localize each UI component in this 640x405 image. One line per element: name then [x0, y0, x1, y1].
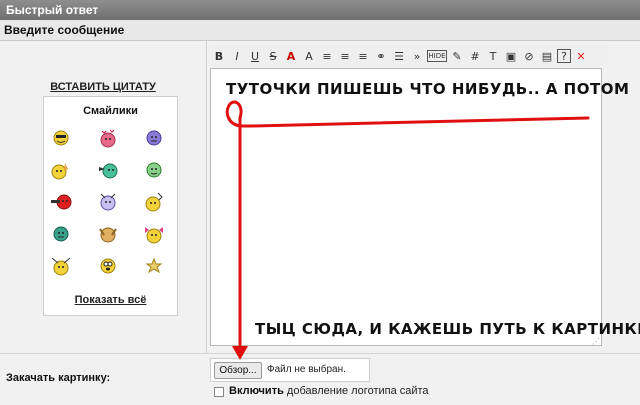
insert-quote-link[interactable]: ВСТАВИТЬ ЦИТАТУ: [0, 81, 206, 93]
flash-button[interactable]: ⊘: [521, 48, 537, 64]
help-button[interactable]: ?: [557, 49, 571, 63]
logo-label-bold: Включить: [229, 385, 284, 397]
font-size-button[interactable]: A: [301, 48, 317, 64]
smile-thumbs-icon[interactable]: [50, 159, 72, 181]
align-left-button[interactable]: ≡: [319, 48, 335, 64]
smile-green-bird-icon[interactable]: [97, 159, 119, 181]
file-status-text: Файл не выбран.: [267, 364, 346, 375]
smile-antenna-icon[interactable]: [50, 255, 72, 277]
smile-dizzy-icon[interactable]: [97, 191, 119, 213]
bold-button[interactable]: B: [211, 48, 227, 64]
editor-toolbar: B I U S A A ≡ ≡ ≡ ⚭ ☰» HIDE ✎ # T ▣ ⊘ ▤? ✕: [211, 45, 607, 67]
smile-hands-icon[interactable]: [97, 223, 119, 245]
smile-shocked-icon[interactable]: [97, 255, 119, 277]
underline-button[interactable]: U: [247, 48, 263, 64]
browse-button[interactable]: Обзор...: [214, 362, 262, 379]
annotation-bottom: ТЫЦ СЮДА, И КАЖЕШЬ ПУТЬ К КАРТИНКЕ: [255, 320, 640, 338]
image-button[interactable]: ▣: [503, 48, 519, 64]
smile-bow-icon[interactable]: [143, 223, 165, 245]
strike-button[interactable]: S: [265, 48, 281, 64]
smile-purple-icon[interactable]: [143, 127, 165, 149]
smilies-title: Смайлики: [83, 105, 138, 117]
annotation-top: ТУТОЧКИ ПИШЕШЬ ЧТО НИБУДЬ.. А ПОТОМ: [226, 80, 630, 98]
window-title: Быстрый ответ: [0, 0, 640, 20]
logo-label-rest: добавление логотипа сайта: [283, 385, 429, 397]
smile-cool-icon[interactable]: [50, 127, 72, 149]
text-button[interactable]: T: [485, 48, 501, 64]
smile-love-icon[interactable]: [97, 127, 119, 149]
edit-button[interactable]: ✎: [449, 48, 465, 64]
logo-checkbox[interactable]: [214, 387, 224, 397]
smilies-panel: Смайлики Показать всё: [43, 96, 178, 316]
hash-button[interactable]: #: [467, 48, 483, 64]
upload-label: Закачать картинку:: [6, 372, 111, 384]
align-center-button[interactable]: ≡: [337, 48, 353, 64]
hide-button[interactable]: HIDE: [427, 50, 447, 62]
smile-teal-icon[interactable]: [50, 223, 72, 245]
smile-green-icon[interactable]: [143, 159, 165, 181]
quote-button[interactable]: »: [409, 48, 425, 64]
list-button[interactable]: ☰: [391, 48, 407, 64]
font-color-button[interactable]: A: [283, 48, 299, 64]
smile-gun-icon[interactable]: [50, 191, 72, 213]
video-button[interactable]: ▤: [539, 48, 555, 64]
section-title: Введите сообщение: [0, 20, 640, 41]
smile-star-icon[interactable]: [143, 255, 165, 277]
italic-button[interactable]: I: [229, 48, 245, 64]
smile-wave-icon[interactable]: [143, 191, 165, 213]
show-all-smilies-link[interactable]: Показать всё: [44, 294, 177, 306]
clear-button[interactable]: ✕: [573, 48, 589, 64]
message-textarea[interactable]: [210, 68, 602, 346]
logo-checkbox-label: Включить добавление логотипа сайта: [229, 385, 429, 397]
align-right-button[interactable]: ≡: [355, 48, 371, 64]
link-button[interactable]: ⚭: [373, 48, 389, 64]
resize-handle-icon[interactable]: ⋰: [592, 337, 600, 346]
